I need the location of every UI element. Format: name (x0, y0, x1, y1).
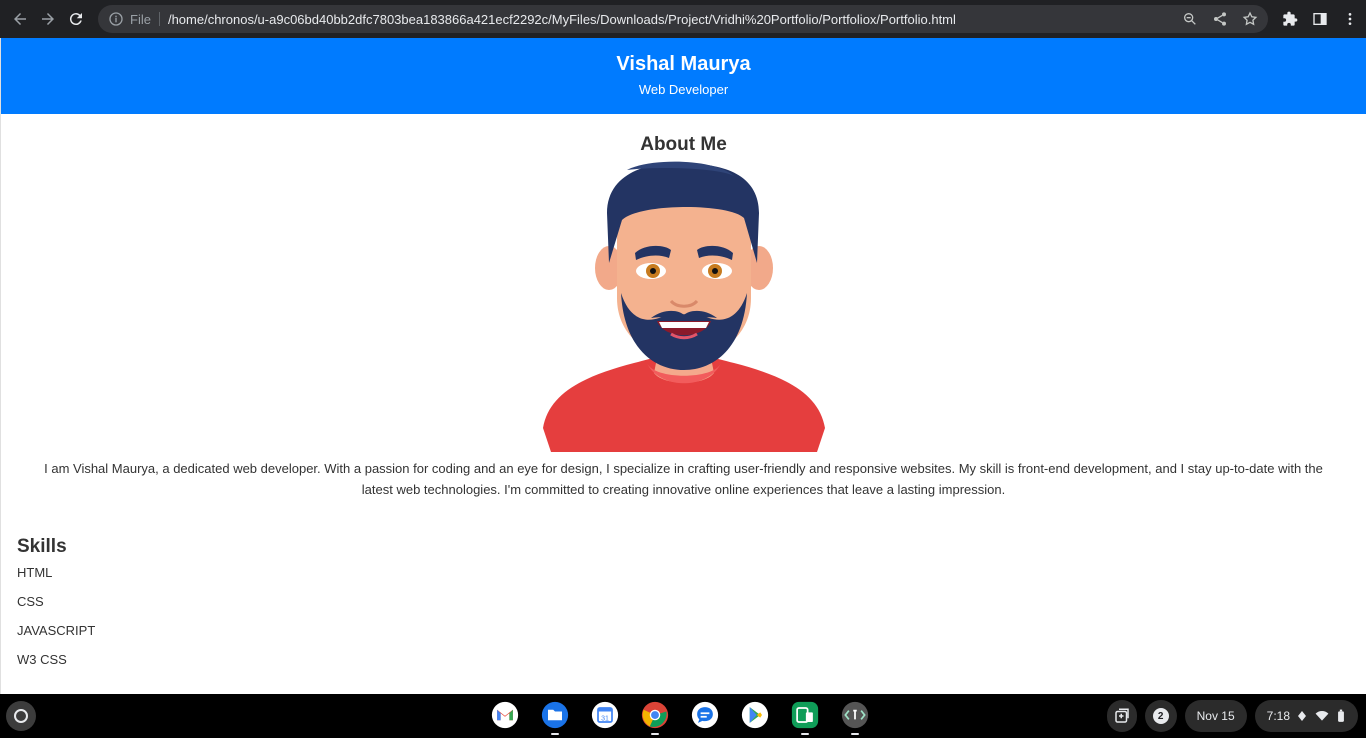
side-panel-icon[interactable] (1310, 9, 1330, 29)
menu-icon[interactable] (1340, 9, 1360, 29)
page-content: Vishal Maurya Web Developer About Me I a… (0, 38, 1366, 694)
file-scheme-label: File (130, 11, 151, 27)
os-shelf: 31 2 Nov 15 7:18 (0, 694, 1366, 738)
address-bar[interactable]: File /home/chronos/u-a9c06bd40bb2dfc7803… (98, 5, 1268, 33)
info-icon[interactable] (108, 11, 124, 27)
calendar-day: 31 (601, 715, 609, 722)
about-section: About Me I am Vishal Maurya, a dedicated… (1, 134, 1366, 500)
launcher-button[interactable] (6, 701, 36, 731)
back-icon[interactable] (6, 5, 34, 33)
skill-item: W3 CSS (17, 652, 67, 667)
wifi-icon (1315, 711, 1329, 721)
launcher-icon (14, 709, 28, 723)
time-label: 7:18 (1266, 709, 1290, 723)
site-name: Vishal Maurya (616, 53, 751, 75)
battery-icon (1338, 709, 1344, 722)
about-title: About Me (640, 134, 727, 155)
status-tray: 2 Nov 15 7:18 (1106, 700, 1358, 732)
skills-section: Skills HTML CSS JAVASCRIPT W3 CSS (1, 536, 1366, 674)
play-store-icon[interactable] (740, 700, 770, 730)
site-header: Vishal Maurya Web Developer (1, 38, 1366, 114)
screen-capture-button[interactable] (1106, 700, 1137, 732)
about-paragraph: I am Vishal Maurya, a dedicated web deve… (44, 461, 1323, 497)
date-button[interactable]: Nov 15 (1184, 700, 1247, 732)
running-indicator (851, 733, 859, 735)
notification-button[interactable]: 2 (1144, 700, 1177, 732)
skill-item: HTML (17, 565, 53, 580)
app-shelf: 31 (490, 700, 870, 735)
skills-title: Skills (17, 536, 67, 557)
running-indicator (651, 733, 659, 735)
site-role: Web Developer (638, 82, 729, 97)
avatar-illustration (539, 158, 829, 452)
omnibox-divider (158, 12, 160, 26)
bookmark-star-icon[interactable] (1240, 9, 1260, 29)
gmail-icon[interactable] (490, 700, 520, 730)
messages-icon[interactable] (690, 700, 720, 730)
extensions-icon[interactable] (1280, 9, 1300, 29)
zoom-icon[interactable] (1180, 9, 1200, 29)
network-icon (1298, 711, 1306, 721)
files-icon[interactable] (540, 700, 570, 735)
reload-icon[interactable] (62, 5, 90, 33)
text-app-icon[interactable] (840, 700, 870, 735)
browser-toolbar: File /home/chronos/u-a9c06bd40bb2dfc7803… (0, 0, 1366, 38)
quick-settings-button[interactable]: 7:18 (1254, 700, 1358, 732)
chrome-icon[interactable] (640, 700, 670, 735)
url-text[interactable]: /home/chronos/u-a9c06bd40bb2dfc7803bea18… (168, 12, 956, 27)
share-icon[interactable] (1210, 9, 1230, 29)
running-indicator (801, 733, 809, 735)
forward-icon[interactable] (34, 5, 62, 33)
tote-icon (1114, 708, 1129, 723)
skill-item: JAVASCRIPT (17, 623, 96, 638)
device-app-icon[interactable] (790, 700, 820, 735)
date-label: Nov 15 (1196, 709, 1235, 723)
running-indicator (551, 733, 559, 735)
notification-count: 2 (1152, 708, 1169, 724)
calendar-icon[interactable]: 31 (590, 700, 620, 730)
skill-item: CSS (17, 594, 44, 609)
